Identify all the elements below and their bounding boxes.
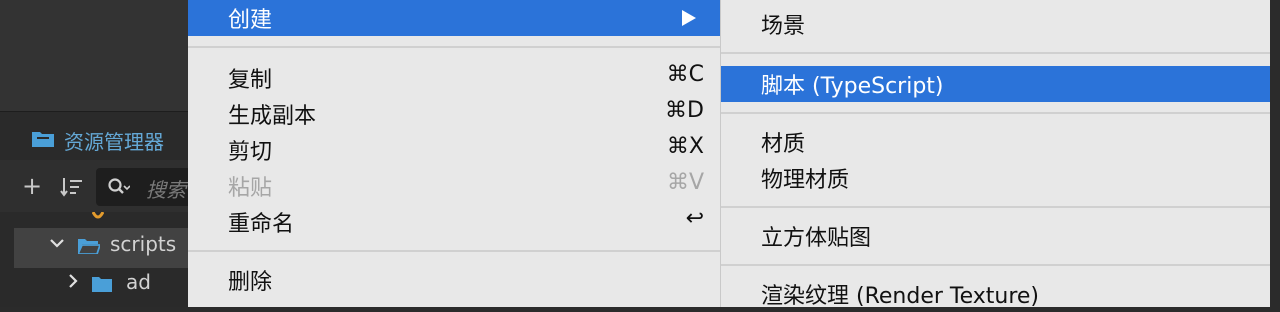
submenu-item-typescript[interactable]: 脚本 (TypeScript) bbox=[721, 66, 1271, 102]
menu-separator bbox=[721, 206, 1271, 208]
menu-separator bbox=[721, 264, 1271, 266]
menu-separator bbox=[721, 52, 1271, 54]
menu-item-label: 重命名 bbox=[228, 212, 295, 237]
shortcut-label: ⌘D bbox=[665, 98, 704, 123]
menu-item-duplicate[interactable]: 生成副本 ⌘D bbox=[188, 96, 720, 132]
editor-top-area bbox=[0, 0, 188, 112]
menu-item-label: 剪切 bbox=[228, 140, 273, 165]
asset-icon-partial bbox=[92, 212, 104, 219]
menu-separator bbox=[188, 250, 720, 252]
submenu-item-physics-material[interactable]: 物理材质 bbox=[721, 160, 1271, 196]
assets-panel-header: 资源管理器 bbox=[0, 112, 188, 160]
menu-item-paste: 粘贴 ⌘V bbox=[188, 168, 720, 204]
menu-item-delete[interactable]: 删除 bbox=[188, 262, 720, 298]
menu-item-label: 立方体贴图 bbox=[761, 226, 872, 251]
assets-toolbar: + 搜索 bbox=[0, 160, 188, 212]
menu-item-label: 脚本 (TypeScript) bbox=[761, 74, 944, 99]
shortcut-label: ⌘V bbox=[666, 170, 704, 195]
menu-separator bbox=[188, 46, 720, 48]
create-submenu: 场景 脚本 (TypeScript) 材质 物理材质 立方体贴图 渲染纹理 (R… bbox=[720, 0, 1271, 309]
menu-item-label: 粘贴 bbox=[228, 176, 273, 201]
submenu-item-cubemap[interactable]: 立方体贴图 bbox=[721, 218, 1271, 254]
tree-item-ad-label: ad bbox=[126, 270, 151, 294]
context-menu: 创建 复制 ⌘C 生成副本 ⌘D 剪切 ⌘X 粘贴 ⌘V 重命名 ↩ 删除 bbox=[188, 0, 720, 307]
search-placeholder: 搜索 bbox=[146, 178, 186, 202]
menu-item-rename[interactable]: 重命名 ↩ bbox=[188, 204, 720, 240]
menu-item-label: 材质 bbox=[761, 132, 806, 157]
menu-item-label: 渲染纹理 (Render Texture) bbox=[761, 284, 1040, 309]
shortcut-label: ⌘X bbox=[666, 134, 704, 159]
menu-item-label: 物理材质 bbox=[761, 168, 850, 193]
submenu-item-material[interactable]: 材质 bbox=[721, 124, 1271, 160]
folder-open-icon bbox=[78, 239, 100, 254]
menu-item-label: 创建 bbox=[228, 8, 273, 33]
chevron-right-icon[interactable] bbox=[68, 274, 78, 288]
search-input[interactable]: 搜索 bbox=[96, 168, 188, 206]
menu-item-create[interactable]: 创建 bbox=[188, 0, 720, 36]
chevron-down-icon[interactable] bbox=[50, 238, 64, 248]
menu-item-cut[interactable]: 剪切 ⌘X bbox=[188, 132, 720, 168]
add-icon[interactable]: + bbox=[22, 174, 42, 198]
search-icon bbox=[108, 178, 130, 194]
submenu-item-scene[interactable]: 场景 bbox=[721, 6, 1271, 42]
menu-item-label: 复制 bbox=[228, 68, 273, 93]
window-edge bbox=[1270, 0, 1280, 307]
menu-item-label: 生成副本 bbox=[228, 104, 317, 129]
shortcut-label: ⌘C bbox=[666, 62, 704, 87]
submenu-arrow-icon bbox=[682, 10, 696, 26]
sort-icon[interactable] bbox=[60, 175, 84, 199]
menu-item-copy[interactable]: 复制 ⌘C bbox=[188, 60, 720, 96]
menu-separator bbox=[721, 112, 1271, 114]
asset-tree: scripts ad bbox=[0, 212, 188, 307]
folder-icon bbox=[32, 132, 54, 147]
tree-item-scripts-label: scripts bbox=[110, 232, 177, 256]
assets-panel-title: 资源管理器 bbox=[64, 130, 164, 154]
folder-icon bbox=[92, 277, 112, 292]
return-key-icon: ↩ bbox=[685, 206, 704, 231]
menu-item-label: 场景 bbox=[761, 14, 806, 39]
menu-item-label: 删除 bbox=[228, 270, 273, 295]
